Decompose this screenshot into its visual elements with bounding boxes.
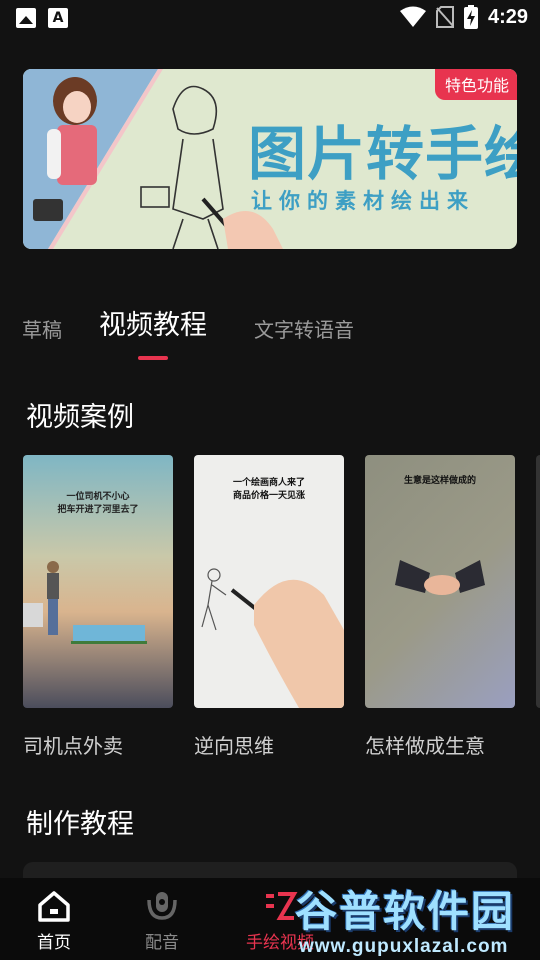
case-card[interactable]: 一个绘画商人来了 商品价格一天见涨 逆向思维 (194, 455, 344, 759)
status-bar: A 4:29 (0, 0, 540, 36)
image-notification-icon (16, 8, 36, 28)
home-icon (38, 891, 70, 922)
nav-item-dubbing[interactable]: 配音 (112, 890, 212, 953)
tab-bar: 草稿 视频教程 文字转语音 (22, 308, 522, 368)
case-thumbnail[interactable]: 生意是这样做成的 (365, 455, 515, 708)
nav-label-home: 首页 (37, 933, 71, 953)
case-title: 司机点外卖 (23, 734, 123, 758)
watermark: 谷普软件园 www.gupuxlazal.com (293, 876, 540, 960)
banner-subtitle: 让你的素材绘出来 (251, 189, 475, 213)
battery-charging-icon (463, 5, 478, 29)
tab-text-to-speech[interactable]: 文字转语音 (254, 312, 354, 348)
nav-item-home[interactable]: 首页 (4, 890, 104, 953)
nav-label-dubbing: 配音 (145, 933, 179, 953)
case-thumbnail[interactable] (536, 455, 540, 708)
microphone-icon (147, 892, 177, 920)
watermark-text: 谷普软件园 (295, 887, 516, 936)
wifi-icon (399, 6, 426, 27)
thumbnail-scene (395, 560, 485, 595)
thumbnail-scene (201, 568, 344, 708)
font-notification-icon: A (48, 8, 68, 28)
case-title: 逆向思维 (194, 734, 274, 758)
case-card[interactable]: 生意是这样做成的 怎样做成生意 (365, 455, 515, 759)
banner-title: 图片转手绘 (248, 120, 517, 188)
case-thumbnail[interactable]: 一位司机不小心 把车开进了河里去了 (23, 455, 173, 708)
case-card[interactable] (536, 455, 540, 708)
watermark-url: www.gupuxlazal.com (299, 936, 509, 957)
thumbnail-scene (23, 561, 147, 644)
tab-drafts[interactable]: 草稿 (22, 312, 62, 348)
tab-indicator (138, 356, 168, 360)
cases-carousel[interactable]: 一位司机不小心 把车开进了河里去了 司机点外卖 一个绘画商人来了 商品价格一天见… (23, 455, 540, 765)
section-title-tutorials: 制作教程 (26, 809, 134, 840)
section-title-cases: 视频案例 (26, 402, 134, 433)
tab-video-tutorials[interactable]: 视频教程 (99, 308, 207, 344)
case-thumbnail[interactable]: 一个绘画商人来了 商品价格一天见涨 (194, 455, 344, 708)
case-title: 怎样做成生意 (365, 734, 485, 758)
feature-badge: 特色功能 (434, 69, 517, 100)
feature-banner[interactable]: 特色功能 图片转手绘 让你的素材绘出来 (23, 69, 517, 249)
no-sim-icon (435, 6, 454, 28)
clock: 4:29 (487, 5, 528, 28)
case-card[interactable]: 一位司机不小心 把车开进了河里去了 司机点外卖 (23, 455, 173, 759)
